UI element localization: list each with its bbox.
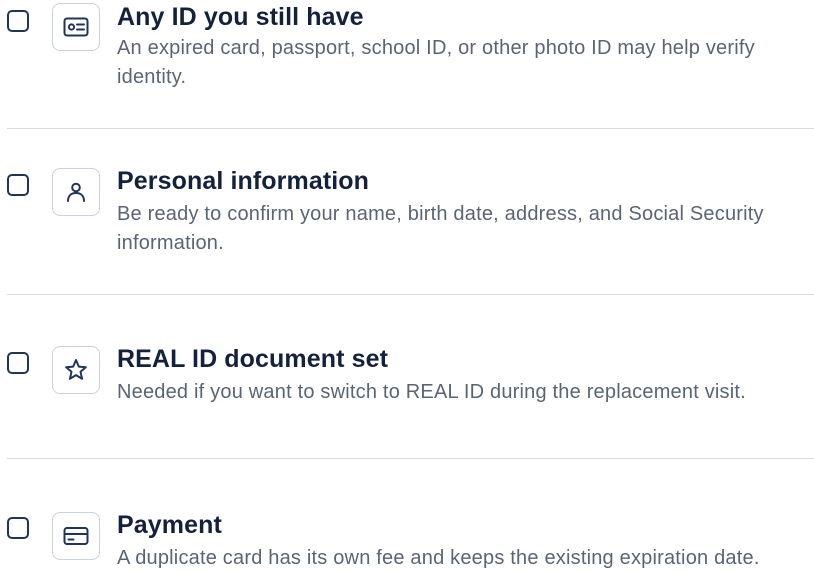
user-icon — [52, 168, 100, 216]
item-description: Be ready to confirm your name, birth dat… — [117, 203, 764, 254]
item-description: Needed if you want to switch to REAL ID … — [117, 381, 746, 403]
star-icon — [52, 346, 100, 394]
divider — [7, 128, 814, 129]
item-title: Any ID you still have — [117, 3, 364, 31]
credit-card-icon — [52, 512, 100, 560]
checkbox-any-id[interactable] — [7, 10, 29, 32]
checkbox-real-id-document-set[interactable] — [7, 352, 29, 374]
item-description: A duplicate card has its own fee and kee… — [117, 547, 760, 569]
checkbox-personal-information[interactable] — [7, 174, 29, 196]
id-card-icon — [52, 3, 100, 51]
divider — [7, 294, 814, 295]
checkbox-payment[interactable] — [7, 517, 29, 539]
item-title: REAL ID document set — [117, 345, 389, 373]
item-title: Payment — [117, 511, 222, 539]
divider — [7, 458, 814, 459]
item-description: An expired card, passport, school ID, or… — [117, 37, 755, 88]
item-title: Personal information — [117, 167, 370, 195]
